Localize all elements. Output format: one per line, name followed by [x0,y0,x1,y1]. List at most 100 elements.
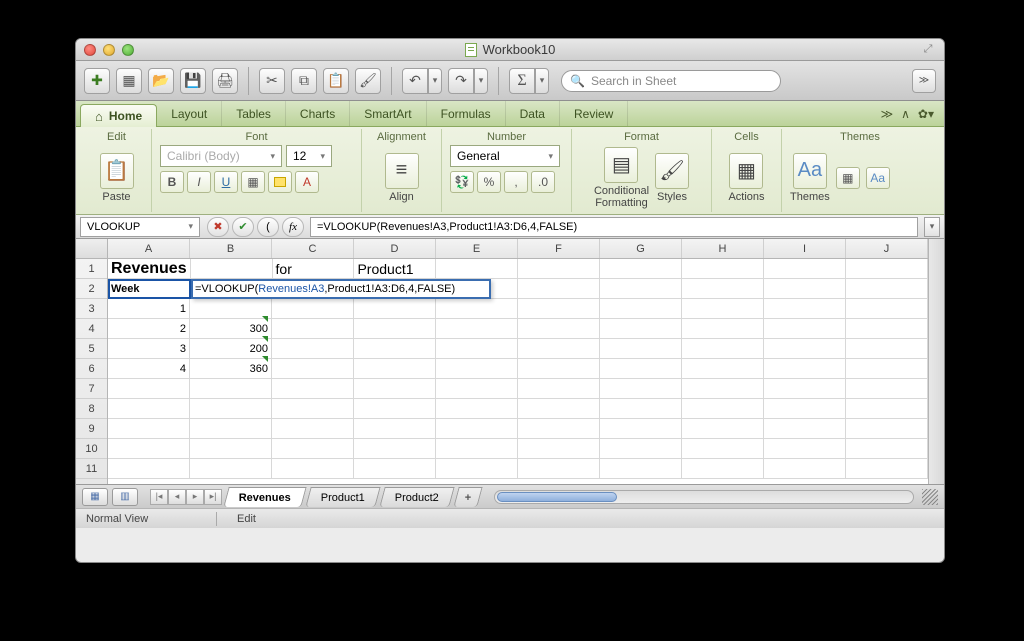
fullscreen-icon[interactable]: ⤢ [920,43,936,57]
cell[interactable] [764,419,846,439]
col-header[interactable]: H [682,239,764,258]
cell[interactable] [436,339,518,359]
row-header[interactable]: 11 [76,459,107,479]
copy-button[interactable]: ⧉ [291,68,317,94]
horizontal-scrollbar[interactable] [494,490,914,504]
cell[interactable] [846,279,928,299]
cell[interactable] [272,459,354,479]
align-button[interactable]: ≡ Align [385,153,419,203]
font-size-select[interactable]: 12▾ [286,145,332,167]
cell[interactable] [600,319,682,339]
print-button[interactable]: 🖨 [212,68,238,94]
styles-button[interactable]: 🖌 Styles [655,153,689,203]
cell[interactable] [518,439,600,459]
cell[interactable] [600,379,682,399]
cell[interactable] [846,319,928,339]
tab-nav-prev[interactable]: ◂ [168,489,186,505]
grid[interactable]: A B C D E F G H I J Revenues for Product… [108,239,928,484]
cell[interactable] [272,319,354,339]
decimal-buttons[interactable]: .0 [531,171,555,193]
ribbon-settings-icon[interactable]: ✿▾ [918,107,934,121]
font-family-select[interactable]: Calibri (Body)▾ [160,145,282,167]
cell[interactable] [682,419,764,439]
cell[interactable] [764,339,846,359]
ribbon-scroll-right-icon[interactable]: ≫ [881,107,894,121]
search-field[interactable]: 🔍 Search in Sheet [561,70,781,92]
cell[interactable] [436,319,518,339]
paste-button[interactable]: 📋 [323,68,349,94]
cell[interactable] [518,359,600,379]
percent-button[interactable]: % [477,171,501,193]
fx-icon[interactable]: fx [282,217,304,237]
row-header[interactable]: 1 [76,259,107,279]
cell[interactable] [272,439,354,459]
cell[interactable] [108,439,190,459]
cell[interactable] [354,439,436,459]
theme-fonts-button[interactable]: Aa [866,167,890,189]
cell[interactable] [682,279,764,299]
cell[interactable] [682,339,764,359]
col-header[interactable]: E [436,239,518,258]
row-header[interactable]: 5 [76,339,107,359]
row-header[interactable]: 3 [76,299,107,319]
col-header[interactable]: I [764,239,846,258]
cell[interactable] [764,259,846,279]
cell[interactable] [518,339,600,359]
formula-accept-button[interactable]: ✔ [232,217,254,237]
normal-view-button[interactable]: ▦ [82,488,108,506]
cell[interactable]: 3 [108,339,190,359]
redo-dropdown[interactable]: ▾ [474,68,488,94]
cell[interactable] [600,279,682,299]
cell[interactable] [846,379,928,399]
conditional-formatting-button[interactable]: ▤ Conditional Formatting [594,147,649,209]
cell[interactable] [436,379,518,399]
cell[interactable] [190,419,272,439]
cell[interactable] [436,259,518,279]
zoom-window-button[interactable] [122,44,134,56]
cell[interactable] [272,419,354,439]
toolbar-overflow-button[interactable]: ≫ [912,69,936,93]
cell[interactable] [764,279,846,299]
cell[interactable] [272,299,354,319]
row-header[interactable]: 7 [76,379,107,399]
resize-grip-icon[interactable] [922,489,938,505]
themes-button[interactable]: Aa Themes [790,153,830,203]
cell[interactable] [108,399,190,419]
formula-input[interactable]: =VLOOKUP(Revenues!A3,Product1!A3:D6,4,FA… [310,217,918,237]
cell[interactable] [846,299,928,319]
cell[interactable] [108,459,190,479]
namebox-dropdown-icon[interactable]: ▾ [188,221,193,232]
cell[interactable] [518,259,600,279]
cell[interactable] [600,339,682,359]
cell-editing[interactable] [190,299,272,319]
templates-button[interactable]: ▦ [116,68,142,94]
cell[interactable] [846,339,928,359]
cell[interactable] [436,399,518,419]
cell[interactable] [682,319,764,339]
col-header[interactable]: C [272,239,354,258]
number-format-select[interactable]: General▾ [450,145,560,167]
cell[interactable] [518,299,600,319]
cell[interactable] [764,299,846,319]
cell[interactable] [436,439,518,459]
cell[interactable] [272,379,354,399]
row-header[interactable]: 8 [76,399,107,419]
in-cell-editor[interactable]: =VLOOKUP(Revenues!A3,Product1!A3:D6,4,FA… [191,279,491,299]
new-workbook-button[interactable]: ✚ [84,68,110,94]
cell[interactable] [600,299,682,319]
cell[interactable] [108,419,190,439]
name-box[interactable]: VLOOKUP▾ [80,217,200,237]
col-header[interactable]: F [518,239,600,258]
cell[interactable] [108,379,190,399]
cell[interactable] [764,359,846,379]
ribbon-tab-review[interactable]: Review [560,101,628,126]
undo-button[interactable]: ↶ [402,68,428,94]
cell[interactable] [600,419,682,439]
vertical-scrollbar[interactable] [928,239,944,484]
actions-button[interactable]: ▦ Actions [728,153,764,203]
cell[interactable] [518,399,600,419]
cell[interactable] [272,359,354,379]
row-header[interactable]: 6 [76,359,107,379]
ribbon-collapse-icon[interactable]: ∧ [901,107,910,121]
currency-button[interactable]: 💱 [450,171,474,193]
